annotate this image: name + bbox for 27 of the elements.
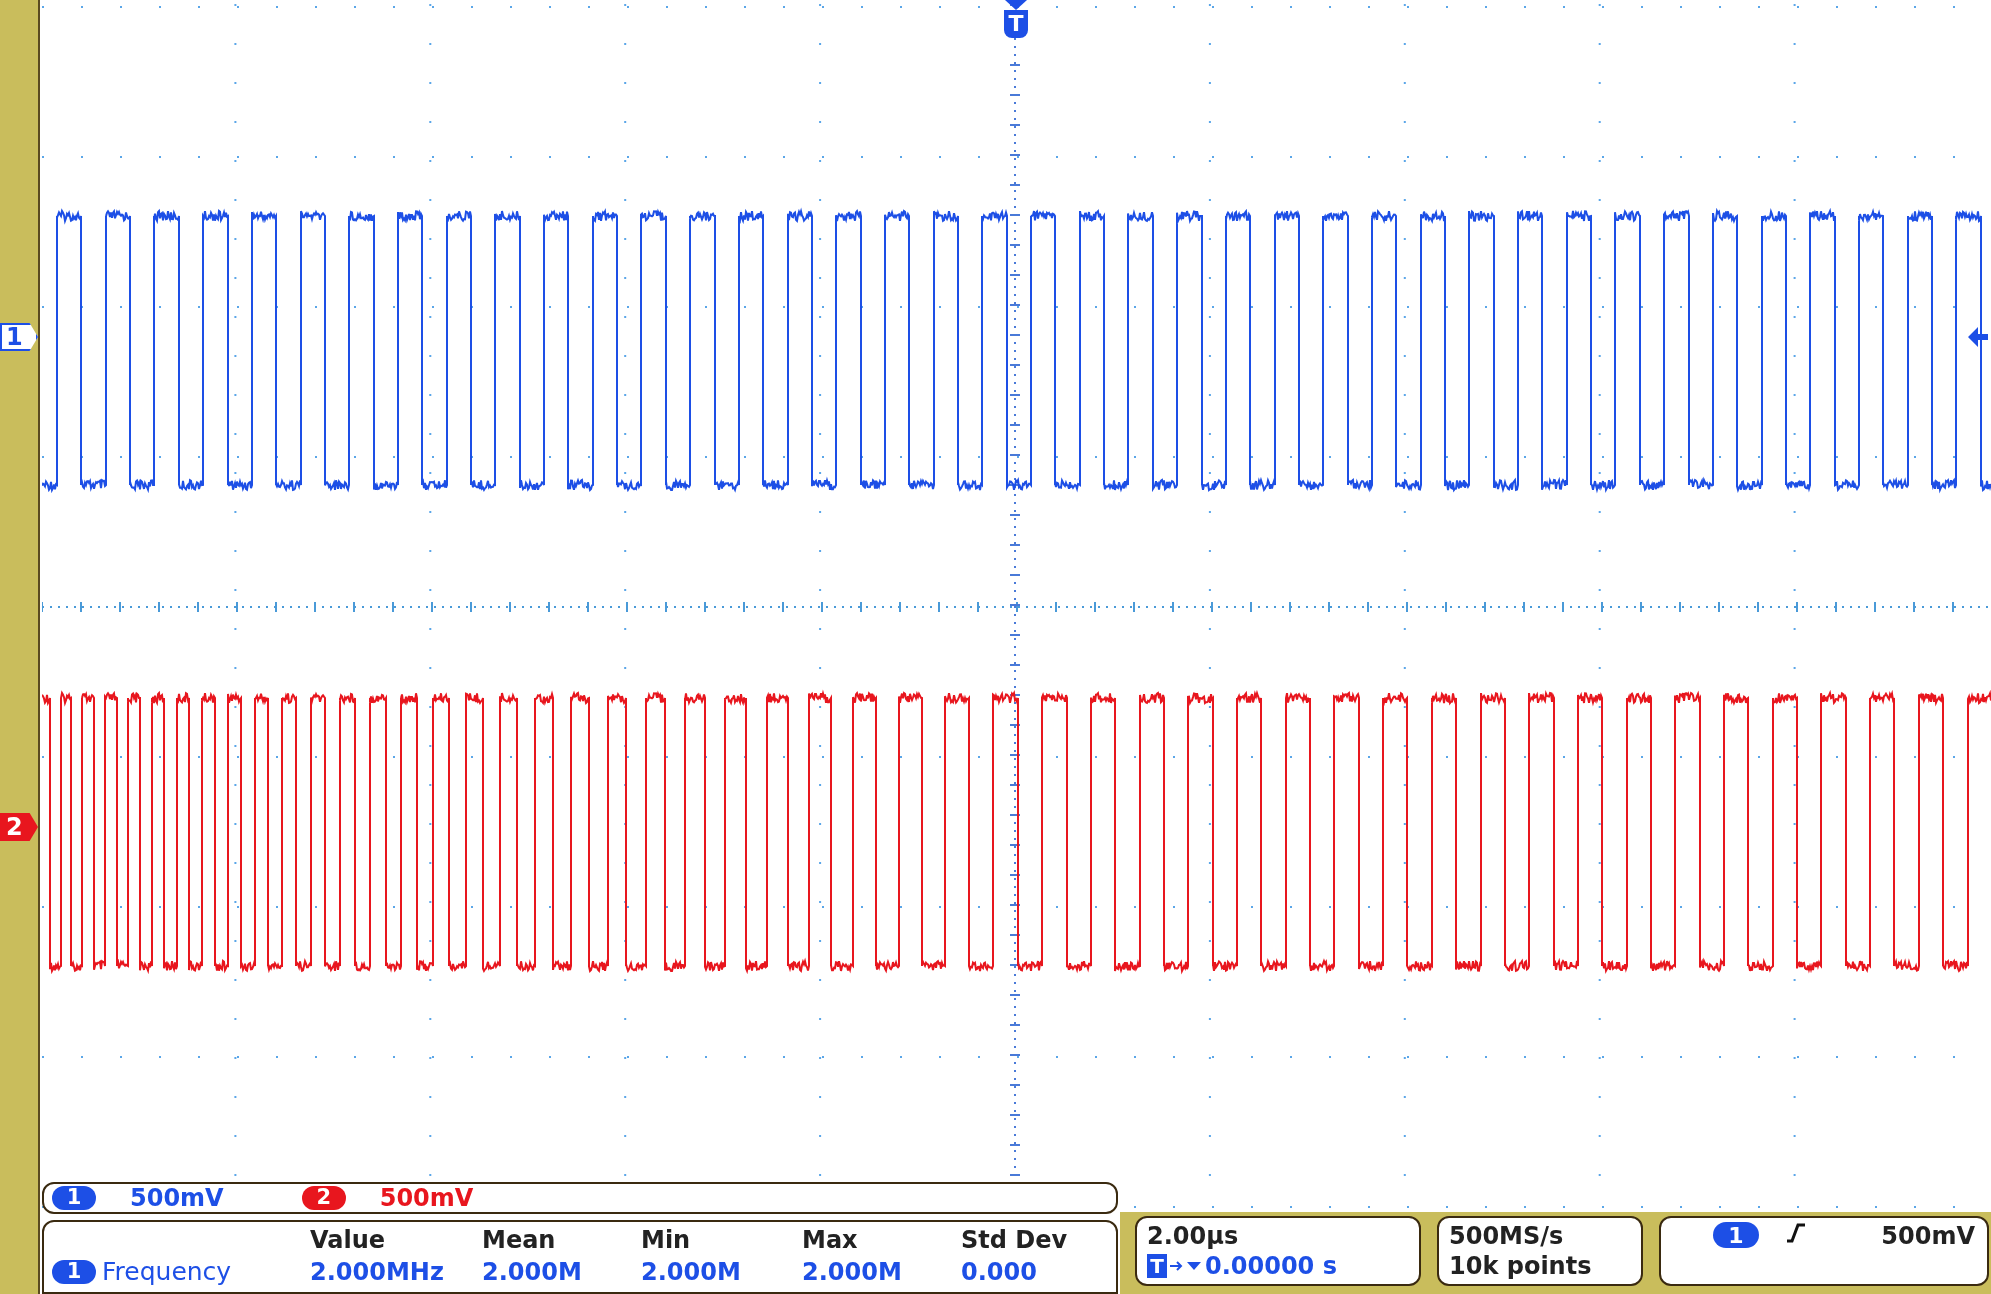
column-header: Min xyxy=(641,1225,692,1256)
channel-badge: 2 xyxy=(301,1186,346,1210)
channel-badge: 1 xyxy=(52,1186,96,1210)
timebase-scale: 2.00µs xyxy=(1147,1221,1240,1251)
measurement-name: Frequency xyxy=(102,1256,232,1288)
measurement-value: 2.000M xyxy=(482,1257,583,1288)
rising-edge-icon xyxy=(1785,1222,1807,1244)
record-length: 10k points xyxy=(1449,1251,1593,1281)
column-header: Std Dev xyxy=(961,1225,1069,1256)
channel-scale: 500mV xyxy=(130,1186,224,1210)
sample-rate: 500MS/s xyxy=(1449,1221,1565,1251)
channel-scale: 500mV xyxy=(379,1186,474,1210)
trigger-level: 500mV xyxy=(1881,1222,1975,1250)
measurement-value: 2.000M xyxy=(802,1257,903,1288)
trigger-level-icon xyxy=(1968,326,1988,348)
column-header: Max xyxy=(802,1225,859,1256)
channel-marker: 2 xyxy=(0,813,38,841)
channel-badge: 1 xyxy=(1713,1222,1759,1248)
channel-badge: 1 xyxy=(52,1260,96,1284)
measurement-value: 2.000MHz xyxy=(310,1257,445,1288)
horizontal-position: 0.00000 s xyxy=(1205,1251,1337,1281)
channel-marker: 1 xyxy=(0,323,38,351)
column-header: Mean xyxy=(482,1225,557,1256)
column-header: Value xyxy=(310,1225,387,1256)
trigger-marker: T xyxy=(1147,1254,1167,1278)
measurement-value: 0.000 xyxy=(961,1257,1038,1288)
measurement-value: 2.000M xyxy=(641,1257,742,1288)
